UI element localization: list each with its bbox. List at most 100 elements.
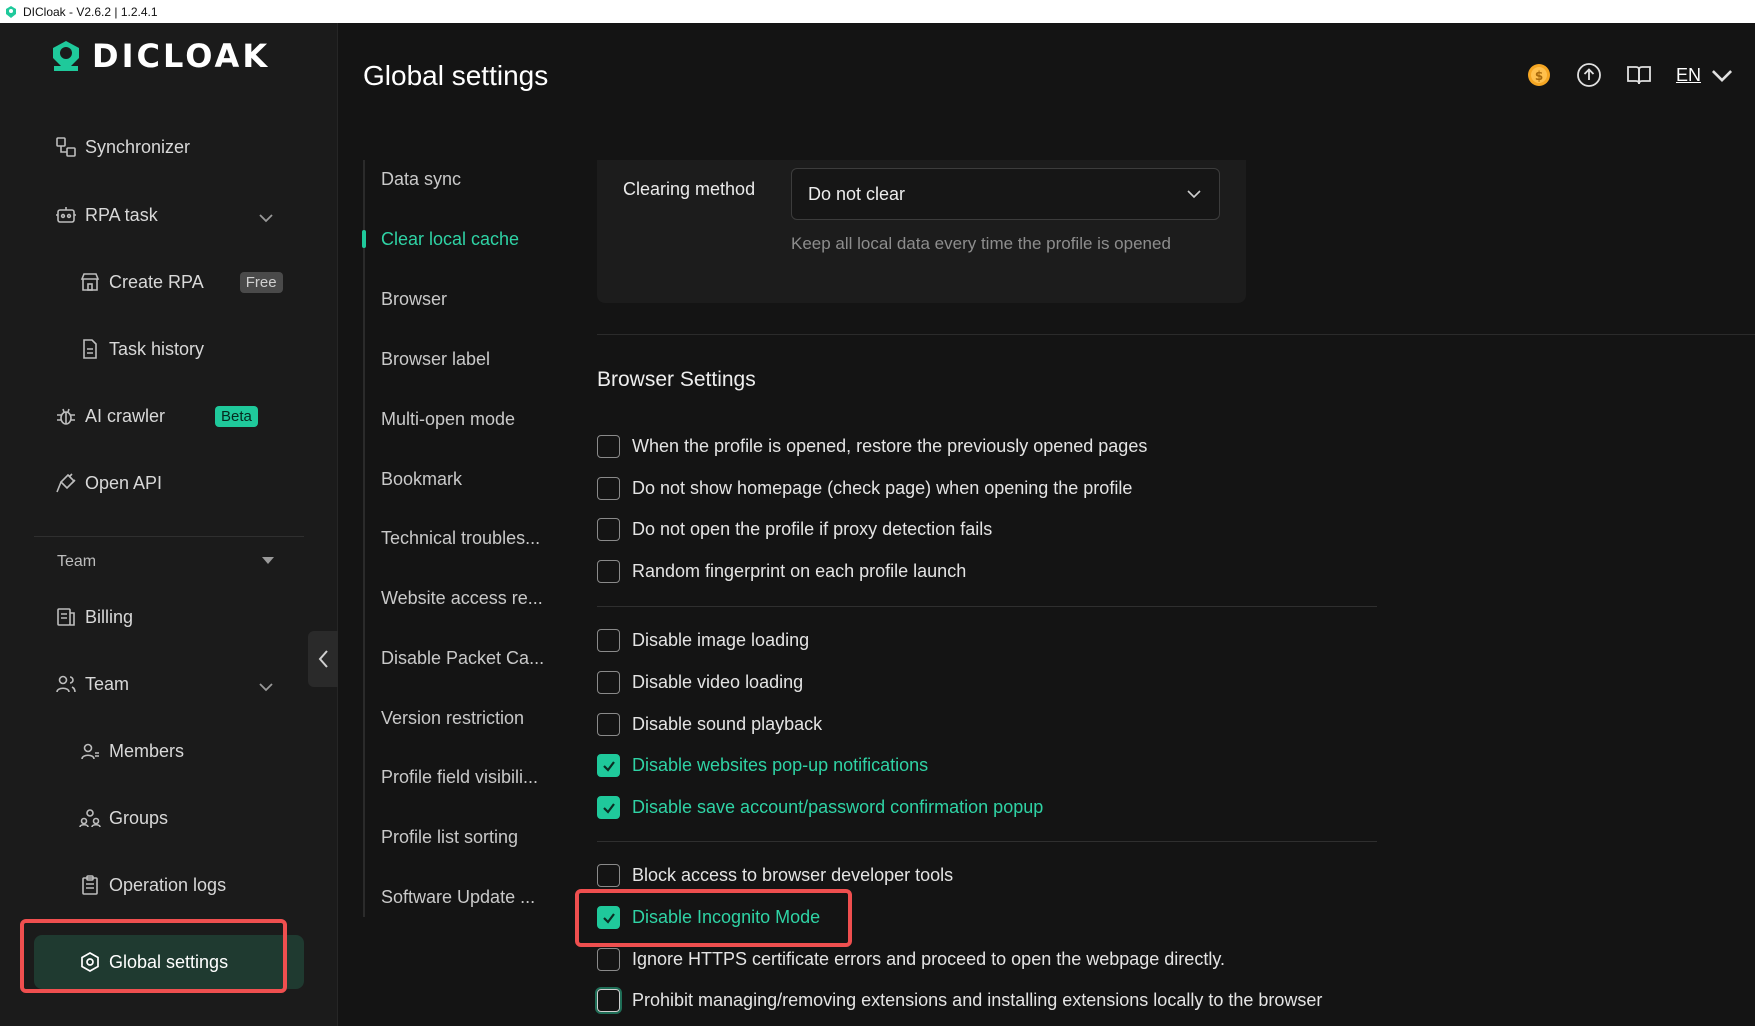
- subnav-active-indicator: [362, 230, 366, 248]
- checkbox-checked[interactable]: [597, 796, 620, 819]
- sidebar-item-synchronizer[interactable]: Synchronizer: [55, 132, 190, 162]
- clearing-method-select[interactable]: Do not clear: [791, 168, 1220, 220]
- checkbox[interactable]: [597, 560, 620, 583]
- checkbox[interactable]: [597, 948, 620, 971]
- checkbox[interactable]: [597, 435, 620, 458]
- checkbox-checked[interactable]: [597, 754, 620, 777]
- users-icon: [56, 675, 76, 693]
- page-title: Global settings: [363, 60, 549, 91]
- option-block-devtools[interactable]: Block access to browser developer tools: [597, 864, 953, 887]
- checkbox[interactable]: [597, 671, 620, 694]
- clearing-method-hint: Keep all local data every time the profi…: [791, 234, 1171, 253]
- store-icon: [80, 273, 100, 291]
- subnav-item-version-restriction[interactable]: Version restriction: [381, 708, 556, 729]
- billing-icon: [57, 608, 75, 626]
- sidebar-item-members[interactable]: Members: [79, 736, 184, 766]
- logo-text: DICLOAK: [92, 37, 271, 75]
- option-proxy-detection[interactable]: Do not open the profile if proxy detecti…: [597, 518, 992, 541]
- chevron-down-icon: [1711, 70, 1733, 83]
- caret-down-icon[interactable]: [262, 557, 274, 564]
- sidebar-item-operation-logs[interactable]: Operation logs: [79, 870, 226, 900]
- chevron-down-icon: [1187, 190, 1201, 199]
- options-divider: [597, 606, 1377, 607]
- robot-icon: [56, 207, 76, 223]
- option-prohibit-extensions[interactable]: Prohibit managing/removing extensions an…: [597, 989, 1322, 1012]
- subnav-item-multi-open-mode[interactable]: Multi-open mode: [381, 409, 556, 430]
- upload-icon[interactable]: [1576, 62, 1602, 88]
- subnav-item-clear-local-cache[interactable]: Clear local cache: [381, 229, 556, 250]
- header-toolbar: $ EN: [1526, 62, 1735, 88]
- sidebar-item-team[interactable]: Team: [55, 669, 129, 699]
- team-section-label: Team: [57, 553, 97, 570]
- language-selector[interactable]: EN: [1676, 62, 1735, 88]
- subnav-item-website-access[interactable]: Website access re...: [381, 588, 556, 609]
- check-icon: [602, 760, 615, 772]
- subnav-item-bookmark[interactable]: Bookmark: [381, 469, 556, 490]
- member-icon: [81, 743, 99, 760]
- options-divider: [597, 841, 1377, 842]
- app-logo-icon: [6, 5, 16, 18]
- synchronizer-icon: [56, 137, 76, 157]
- subnav-track: [363, 160, 365, 917]
- subnav-item-browser-label[interactable]: Browser label: [381, 349, 556, 370]
- chevron-left-icon: [318, 650, 328, 668]
- subnav-item-profile-field-visibility[interactable]: Profile field visibili...: [381, 767, 556, 788]
- svg-text:$: $: [1535, 69, 1543, 83]
- option-disable-popup-notifications[interactable]: Disable websites pop-up notifications: [597, 754, 928, 777]
- browser-settings-title: Browser Settings: [597, 368, 756, 391]
- subnav-item-software-update[interactable]: Software Update ...: [381, 887, 556, 908]
- document-icon: [83, 339, 97, 359]
- bug-icon: [57, 408, 75, 425]
- sidebar-divider: [34, 536, 304, 537]
- clearing-method-value: Do not clear: [808, 183, 906, 204]
- sidebar-item-open-api[interactable]: Open API: [55, 468, 162, 498]
- window-titlebar: DICloak - V2.6.2 | 1.2.4.1: [0, 0, 1755, 23]
- checkbox[interactable]: [597, 518, 620, 541]
- settings-icon: [81, 952, 99, 972]
- chevron-down-icon[interactable]: [256, 677, 276, 697]
- sidebar-item-task-history[interactable]: Task history: [79, 334, 204, 364]
- checkbox[interactable]: [597, 629, 620, 652]
- sidebar-item-create-rpa[interactable]: Create RPA Free: [79, 267, 283, 297]
- check-icon: [602, 912, 615, 924]
- free-badge: Free: [239, 271, 283, 293]
- sidebar-item-rpa-task[interactable]: RPA task: [55, 200, 158, 230]
- groups-icon: [79, 809, 101, 828]
- window-title: DICloak - V2.6.2 | 1.2.4.1: [23, 4, 158, 19]
- option-restore-pages[interactable]: When the profile is opened, restore the …: [597, 435, 1147, 458]
- sidebar-item-groups[interactable]: Groups: [79, 803, 168, 833]
- option-no-homepage[interactable]: Do not show homepage (check page) when o…: [597, 477, 1132, 500]
- checkbox-checked[interactable]: [597, 906, 620, 929]
- collapse-sidebar-button[interactable]: [308, 631, 338, 687]
- section-divider: [597, 334, 1755, 335]
- checkbox[interactable]: [597, 477, 620, 500]
- clipboard-icon: [82, 875, 98, 895]
- option-ignore-https-errors[interactable]: Ignore HTTPS certificate errors and proc…: [597, 948, 1225, 971]
- option-disable-video[interactable]: Disable video loading: [597, 671, 803, 694]
- sidebar-item-billing[interactable]: Billing: [55, 602, 133, 632]
- option-disable-incognito[interactable]: Disable Incognito Mode: [597, 906, 820, 929]
- sidebar-item-ai-crawler[interactable]: AI crawler Beta: [55, 401, 258, 431]
- option-disable-password-popup[interactable]: Disable save account/password confirmati…: [597, 796, 1043, 819]
- checkbox[interactable]: [597, 864, 620, 887]
- check-icon: [602, 802, 615, 814]
- subnav-item-disable-packet-capture[interactable]: Disable Packet Ca...: [381, 648, 556, 669]
- chevron-down-icon[interactable]: [256, 208, 276, 228]
- book-icon[interactable]: [1626, 62, 1652, 88]
- checkbox[interactable]: [597, 989, 620, 1012]
- logo-icon: [53, 41, 79, 71]
- coin-icon[interactable]: $: [1526, 62, 1552, 88]
- brand-logo: DICLOAK: [48, 37, 270, 75]
- subnav-item-profile-list-sorting[interactable]: Profile list sorting: [381, 827, 556, 848]
- subnav-item-technical-troubleshooting[interactable]: Technical troubles...: [381, 528, 556, 549]
- sidebar-item-global-settings[interactable]: Global settings: [34, 935, 304, 989]
- option-disable-sound[interactable]: Disable sound playback: [597, 713, 822, 736]
- clearing-method-label: Clearing method: [623, 179, 756, 199]
- option-disable-image[interactable]: Disable image loading: [597, 629, 809, 652]
- option-random-fingerprint[interactable]: Random fingerprint on each profile launc…: [597, 560, 966, 583]
- beta-badge: Beta: [215, 405, 258, 427]
- plug-icon: [56, 473, 76, 493]
- checkbox[interactable]: [597, 713, 620, 736]
- subnav-item-browser[interactable]: Browser: [381, 289, 556, 310]
- subnav-item-data-sync[interactable]: Data sync: [381, 169, 556, 190]
